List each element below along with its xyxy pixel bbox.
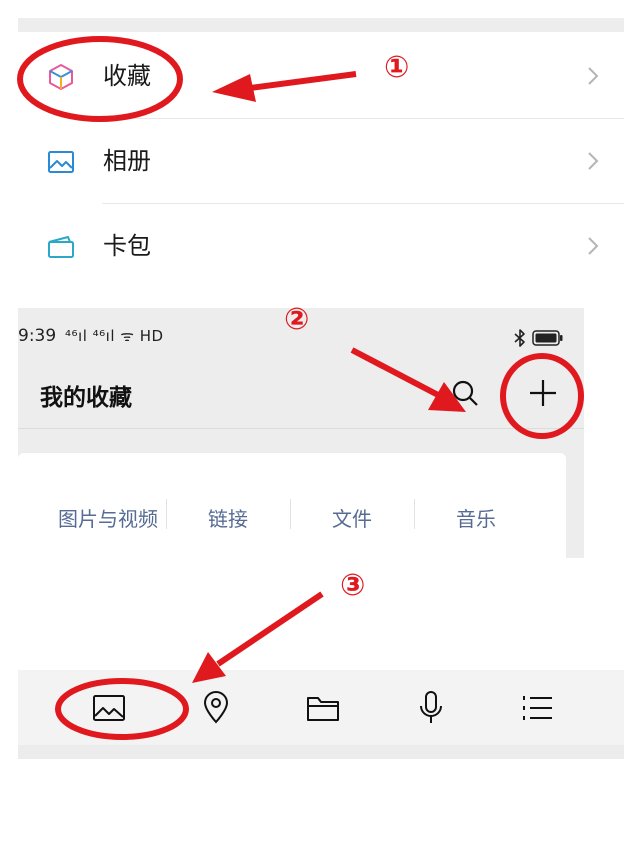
highlight-ellipse	[500, 353, 584, 439]
annotation-step-3: ③	[340, 568, 366, 603]
annotation-arrow	[350, 347, 442, 399]
annotation-overlay	[17, 36, 584, 740]
annotation-step-1: ①	[384, 50, 410, 85]
annotation-arrowhead	[192, 652, 226, 683]
annotation-arrowhead	[428, 382, 466, 412]
annotation-arrow	[249, 71, 357, 91]
highlight-ellipse	[17, 36, 183, 122]
annotation-arrowhead	[212, 74, 256, 102]
highlight-ellipse	[55, 678, 189, 740]
annotation-arrow	[216, 591, 324, 667]
annotation-step-2: ②	[284, 302, 310, 337]
